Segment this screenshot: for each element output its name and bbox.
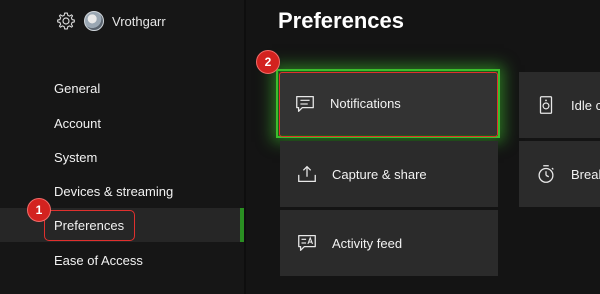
avatar[interactable] [84, 11, 104, 31]
sidebar-item-ease-of-access[interactable]: Ease of Access [54, 252, 143, 270]
tile-break-reminder[interactable]: Break [519, 141, 600, 207]
activity-feed-icon [298, 235, 316, 251]
sidebar-item-system[interactable]: System [54, 149, 97, 167]
speaker-icon [539, 96, 553, 114]
tile-label: Capture & share [332, 166, 427, 182]
annotation-highlight-notifications [279, 72, 498, 137]
sidebar-item-account[interactable]: Account [54, 115, 101, 133]
timer-icon [538, 165, 554, 183]
profile-row: Vrothgarr [56, 9, 166, 33]
sidebar-divider [244, 0, 246, 294]
tile-idle-options[interactable]: Idle c [519, 72, 600, 138]
upload-icon [298, 165, 316, 182]
page-title: Preferences [278, 8, 404, 33]
tile-label: Break [571, 166, 600, 182]
sidebar-selected-accent [240, 208, 244, 242]
sidebar-item-devices-streaming[interactable]: Devices & streaming [54, 183, 173, 201]
tile-activity-feed[interactable]: Activity feed [280, 210, 498, 276]
tile-label: Idle c [571, 97, 600, 113]
annotation-highlight-preferences [44, 210, 135, 241]
sidebar [0, 0, 244, 294]
sidebar-item-general[interactable]: General [54, 80, 100, 98]
annotation-badge-1: 1 [27, 198, 51, 222]
gear-icon[interactable] [56, 11, 76, 31]
tile-label: Activity feed [332, 235, 403, 251]
gamertag: Vrothgarr [112, 13, 166, 29]
tile-capture-share[interactable]: Capture & share [280, 141, 498, 207]
annotation-badge-2: 2 [256, 50, 280, 74]
settings-screen: Vrothgarr General Account System Devices… [0, 0, 600, 294]
